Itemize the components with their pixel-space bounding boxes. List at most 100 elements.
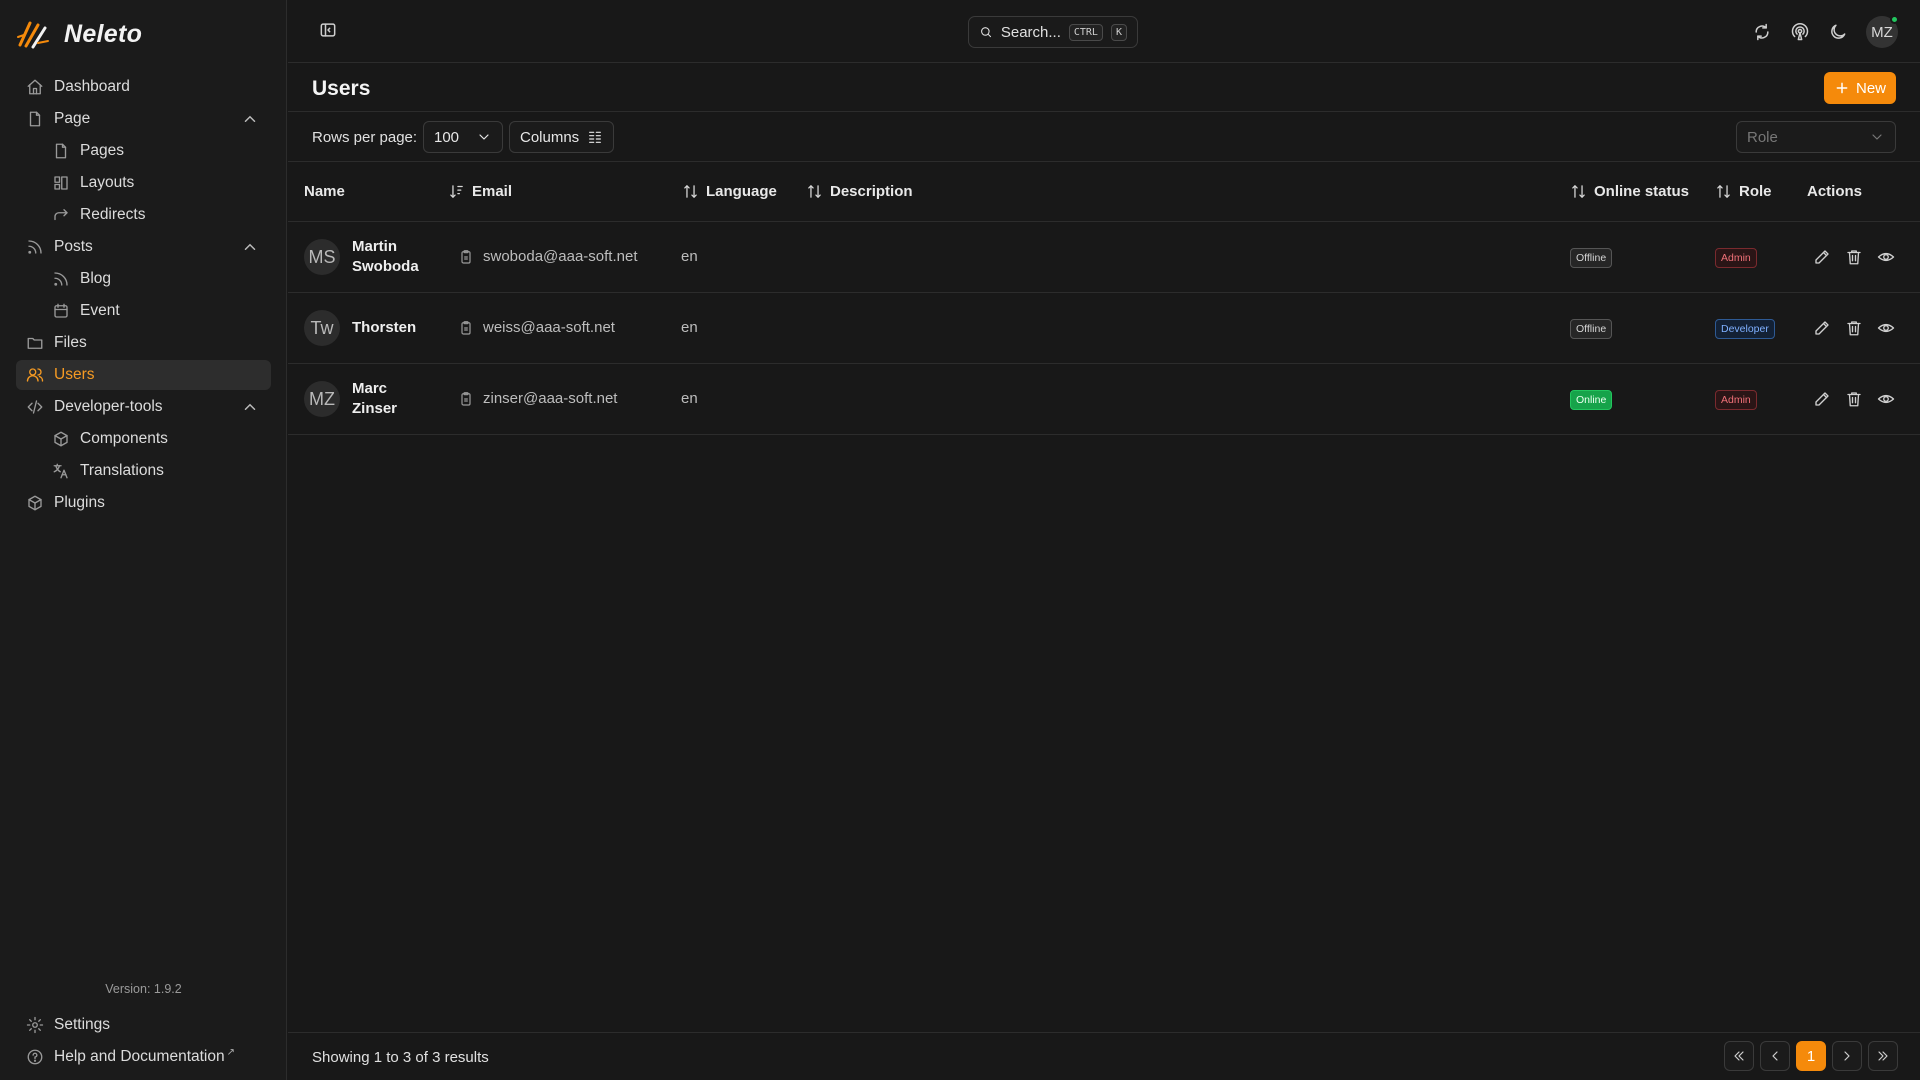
users-icon: [26, 368, 44, 382]
home-icon: [27, 79, 43, 95]
chevron-up-icon[interactable]: [241, 398, 259, 416]
column-header-language[interactable]: Language: [682, 183, 777, 200]
sidebar-item-users[interactable]: Users: [16, 360, 271, 390]
sidebar-item-redirects[interactable]: Redirects: [16, 200, 271, 230]
first-page-button[interactable]: [1724, 1041, 1754, 1071]
chevron-down-icon: [1872, 134, 1882, 140]
edit-pencil-icon[interactable]: [1813, 248, 1831, 266]
avatar-initials: MZ: [304, 381, 340, 417]
eye-icon[interactable]: [1877, 248, 1895, 266]
sidebar-item-settings[interactable]: Settings: [16, 1010, 271, 1040]
user-email: zinser@aaa-soft.net: [483, 390, 618, 407]
email-cell: zinser@aaa-soft.net: [458, 390, 617, 407]
plus-icon: [1836, 82, 1848, 94]
role-filter-select[interactable]: Role: [1736, 121, 1896, 153]
page-button-current[interactable]: 1: [1796, 1041, 1826, 1071]
language-cell: en: [681, 390, 698, 407]
edit-pencil-icon[interactable]: [1813, 319, 1831, 337]
column-header-role[interactable]: Role: [1715, 183, 1772, 200]
table-row[interactable]: MS Martin Swoboda swoboda@aaa-soft.net e…: [288, 222, 1920, 293]
copy-clipboard-icon[interactable]: [458, 249, 474, 265]
brand[interactable]: Neleto: [16, 14, 142, 54]
file-icon: [55, 143, 67, 159]
sidebar-item-blog[interactable]: Blog: [16, 264, 271, 294]
sidebar-item-layouts[interactable]: Layouts: [16, 168, 271, 198]
refresh-icon[interactable]: [1752, 22, 1772, 42]
online-status-cell: Online: [1570, 390, 1613, 410]
column-header-email[interactable]: Email: [448, 183, 512, 200]
user-email: swoboda@aaa-soft.net: [483, 248, 638, 265]
code-icon: [27, 400, 43, 414]
sidebar-item-page[interactable]: Page: [16, 104, 271, 134]
eye-icon[interactable]: [1877, 390, 1895, 408]
column-header-label: Role: [1739, 183, 1772, 200]
trash-icon[interactable]: [1845, 390, 1863, 408]
edit-pencil-icon[interactable]: [1813, 390, 1831, 408]
previous-page-button[interactable]: [1760, 1041, 1790, 1071]
moon-icon[interactable]: [1828, 22, 1848, 42]
user-name: Martin Swoboda: [352, 238, 419, 275]
column-header-description[interactable]: Description: [806, 183, 913, 200]
search-button[interactable]: Search... CTRL K: [968, 16, 1138, 48]
role-filter-placeholder: Role: [1747, 128, 1778, 146]
sidebar-item-label: Pages: [80, 142, 124, 159]
sidebar-item-label: Event: [80, 302, 120, 319]
rows-per-page-select[interactable]: 100: [423, 121, 503, 153]
chevron-up-icon[interactable]: [241, 110, 259, 128]
chevron-down-icon: [479, 134, 489, 140]
column-header-name[interactable]: Name: [304, 183, 345, 200]
sidebar-item-pages[interactable]: Pages: [16, 136, 271, 166]
sidebar-item-label: Components: [80, 430, 168, 447]
trash-icon[interactable]: [1845, 248, 1863, 266]
chevron-up-icon[interactable]: [241, 238, 259, 256]
user-avatar[interactable]: MZ: [1866, 15, 1899, 48]
user-name-cell: Thorsten: [352, 318, 432, 338]
user-avatar: MZ: [304, 381, 340, 417]
user-name: Marc Zinser: [352, 380, 398, 417]
status-badge: Online: [1570, 390, 1613, 410]
sidebar-item-dashboard[interactable]: Dashboard: [16, 72, 271, 102]
search-icon: [981, 27, 992, 38]
eye-icon[interactable]: [1877, 319, 1895, 337]
new-user-button[interactable]: New: [1823, 72, 1896, 104]
sidebar-item-developer-tools[interactable]: Developer-tools: [16, 392, 271, 422]
table-row[interactable]: Tw Thorsten weiss@aaa-soft.net en Offlin…: [288, 293, 1920, 364]
redirect-icon: [54, 209, 68, 221]
table-toolbar: Rows per page: 100 Columns Role: [288, 112, 1920, 162]
avatar-initials: Tw: [304, 310, 340, 346]
table-footer: Showing 1 to 3 of 3 results 1: [288, 1032, 1920, 1080]
kbd-ctrl: CTRL: [1068, 23, 1103, 41]
sidebar-item-files[interactable]: Files: [16, 328, 271, 358]
broadcast-icon[interactable]: [1790, 22, 1810, 42]
columns-button[interactable]: Columns: [509, 121, 615, 153]
folder-icon: [27, 337, 43, 349]
translate-icon: [53, 463, 68, 479]
actions-cell: [1813, 319, 1895, 337]
user-name-cell: Marc Zinser: [352, 379, 432, 419]
sidebar-item-label: Page: [54, 110, 91, 127]
file-icon: [29, 111, 41, 127]
sidebar-item-translations[interactable]: Translations: [16, 456, 271, 486]
online-status-cell: Offline: [1570, 248, 1613, 268]
sidebar-item-label: Plugins: [54, 494, 105, 511]
user-avatar: Tw: [304, 310, 340, 346]
sidebar-item-help[interactable]: Help and Documentation ↗: [16, 1042, 271, 1072]
sidebar-item-event[interactable]: Event: [16, 296, 271, 326]
sidebar-item-posts[interactable]: Posts: [16, 232, 271, 262]
table-row[interactable]: MZ Marc Zinser zinser@aaa-soft.net en On…: [288, 364, 1920, 435]
main-content: Users New Rows per page: 100 Columns Rol…: [288, 64, 1920, 1080]
sidebar-item-plugins[interactable]: Plugins: [16, 488, 271, 518]
last-page-button[interactable]: [1868, 1041, 1898, 1071]
trash-icon[interactable]: [1845, 319, 1863, 337]
logo-icon: [16, 19, 50, 49]
help-circle-icon: [27, 1049, 43, 1065]
topbar-actions: MZ: [1752, 15, 1899, 48]
next-page-button[interactable]: [1832, 1041, 1862, 1071]
copy-clipboard-icon[interactable]: [458, 391, 474, 407]
chevron-right-icon: [1844, 1051, 1850, 1061]
column-header-online-status[interactable]: Online status: [1570, 183, 1689, 200]
copy-clipboard-icon[interactable]: [458, 320, 474, 336]
sidebar-toggle-button[interactable]: [318, 20, 338, 40]
online-status-cell: Offline: [1570, 319, 1613, 339]
sidebar-item-components[interactable]: Components: [16, 424, 271, 454]
